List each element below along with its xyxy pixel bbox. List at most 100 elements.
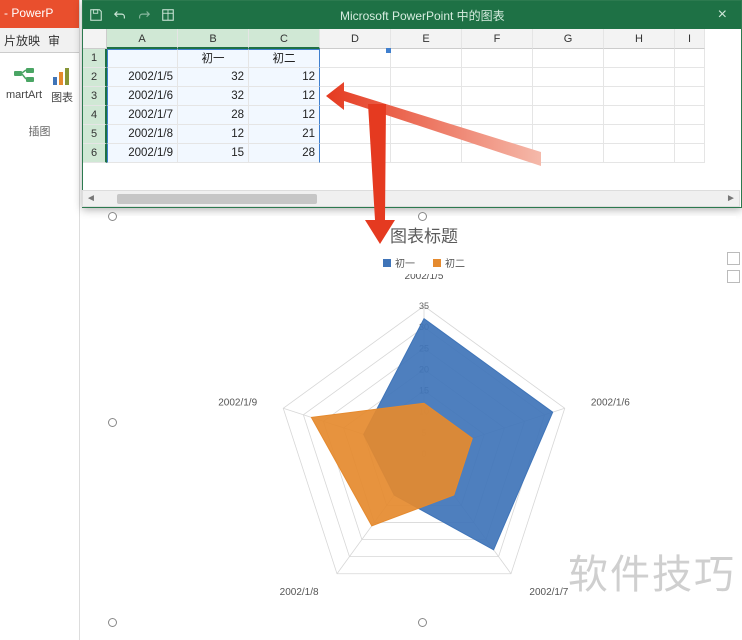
cell[interactable]: 2002/1/6 — [107, 87, 178, 106]
cell[interactable] — [320, 87, 391, 106]
cell[interactable] — [391, 87, 462, 106]
cell[interactable] — [675, 49, 705, 68]
col-header[interactable]: A — [107, 29, 178, 49]
selection-handle[interactable] — [108, 418, 117, 427]
scroll-right-icon[interactable]: ► — [723, 193, 739, 204]
cell[interactable] — [462, 106, 533, 125]
cell[interactable]: 28 — [178, 106, 249, 125]
cell[interactable] — [462, 87, 533, 106]
cell[interactable] — [533, 106, 604, 125]
cell[interactable] — [604, 144, 675, 163]
chart-element-button[interactable] — [727, 252, 740, 265]
legend-item[interactable]: 初一 — [383, 255, 415, 270]
cell[interactable] — [320, 68, 391, 87]
spreadsheet-grid[interactable]: A B C D E F G H I 初一 初二 — [107, 29, 741, 187]
row-header[interactable]: 5 — [83, 125, 107, 144]
col-header[interactable]: I — [675, 29, 705, 49]
cell[interactable] — [675, 125, 705, 144]
cell[interactable] — [320, 125, 391, 144]
svg-text:2002/1/7: 2002/1/7 — [529, 587, 568, 598]
cell[interactable] — [462, 144, 533, 163]
cell[interactable]: 2002/1/8 — [107, 125, 178, 144]
chart-button[interactable]: 图表 — [48, 63, 76, 107]
cell[interactable] — [320, 144, 391, 163]
selection-handle[interactable] — [418, 618, 427, 627]
cell[interactable]: 2002/1/7 — [107, 106, 178, 125]
cell[interactable] — [533, 125, 604, 144]
cell[interactable] — [604, 87, 675, 106]
legend-item[interactable]: 初二 — [433, 255, 465, 270]
undo-icon[interactable] — [113, 8, 127, 22]
powerpoint-sidebar: - PowerP 片放映 审 martArt 图表 插图 — [0, 0, 80, 640]
col-header[interactable]: E — [391, 29, 462, 49]
col-header[interactable]: F — [462, 29, 533, 49]
selection-handle[interactable] — [418, 212, 427, 221]
col-header[interactable]: D — [320, 29, 391, 49]
cell[interactable] — [533, 68, 604, 87]
select-all-corner[interactable] — [83, 29, 107, 49]
cell[interactable] — [462, 125, 533, 144]
cell[interactable] — [391, 144, 462, 163]
cell[interactable]: 32 — [178, 68, 249, 87]
chart-legend[interactable]: 初一 初二 — [112, 255, 736, 270]
cell[interactable] — [391, 68, 462, 87]
cell[interactable] — [391, 125, 462, 144]
cell[interactable]: 21 — [249, 125, 320, 144]
row-header[interactable]: 6 — [83, 144, 107, 163]
cell[interactable] — [604, 49, 675, 68]
cell[interactable] — [675, 144, 705, 163]
cell[interactable] — [391, 49, 462, 68]
cell[interactable] — [675, 68, 705, 87]
cell[interactable]: 初二 — [249, 49, 320, 68]
chart-style-button[interactable] — [727, 270, 740, 283]
horizontal-scrollbar[interactable]: ◄ ► — [82, 190, 740, 207]
cell[interactable] — [462, 49, 533, 68]
cell[interactable] — [462, 68, 533, 87]
col-header[interactable]: C — [249, 29, 320, 49]
cell[interactable]: 初一 — [178, 49, 249, 68]
cell[interactable]: 32 — [178, 87, 249, 106]
tab-review[interactable]: 审 — [48, 32, 60, 49]
col-header[interactable]: G — [533, 29, 604, 49]
chart-title[interactable]: 图表标题 — [112, 222, 736, 247]
cell[interactable] — [533, 87, 604, 106]
tab-slideshow[interactable]: 片放映 — [4, 32, 40, 49]
cell[interactable] — [107, 49, 178, 68]
selection-handle[interactable] — [108, 618, 117, 627]
cell[interactable] — [391, 106, 462, 125]
excel-chart-data-window: Microsoft PowerPoint 中的图表 × 1 2 3 4 5 6 … — [82, 0, 742, 208]
cell[interactable] — [533, 144, 604, 163]
cell[interactable] — [675, 87, 705, 106]
cell[interactable]: 12 — [249, 68, 320, 87]
cell[interactable] — [320, 49, 391, 68]
smartart-button[interactable]: martArt — [4, 63, 44, 103]
cell[interactable] — [604, 106, 675, 125]
cell[interactable] — [604, 68, 675, 87]
cell[interactable]: 12 — [249, 87, 320, 106]
selection-handle[interactable] — [108, 212, 117, 221]
cell[interactable]: 28 — [249, 144, 320, 163]
col-header[interactable]: B — [178, 29, 249, 49]
svg-text:2002/1/8: 2002/1/8 — [280, 587, 319, 598]
scroll-left-icon[interactable]: ◄ — [83, 193, 99, 204]
cell[interactable]: 12 — [178, 125, 249, 144]
cell[interactable]: 2002/1/9 — [107, 144, 178, 163]
redo-icon[interactable] — [137, 8, 151, 22]
cell[interactable] — [320, 106, 391, 125]
cell[interactable]: 2002/1/5 — [107, 68, 178, 87]
col-header[interactable]: H — [604, 29, 675, 49]
save-icon[interactable] — [89, 8, 103, 22]
cell[interactable]: 15 — [178, 144, 249, 163]
cell[interactable] — [675, 106, 705, 125]
data-table-icon[interactable] — [161, 8, 175, 22]
scrollbar-thumb[interactable] — [117, 194, 317, 204]
close-button[interactable]: × — [710, 6, 735, 24]
row-header[interactable]: 4 — [83, 106, 107, 125]
cell[interactable]: 12 — [249, 106, 320, 125]
chart-button-label: 图表 — [51, 89, 73, 105]
row-header[interactable]: 3 — [83, 87, 107, 106]
cell[interactable] — [533, 49, 604, 68]
cell[interactable] — [604, 125, 675, 144]
row-header[interactable]: 2 — [83, 68, 107, 87]
row-header[interactable]: 1 — [83, 49, 107, 68]
